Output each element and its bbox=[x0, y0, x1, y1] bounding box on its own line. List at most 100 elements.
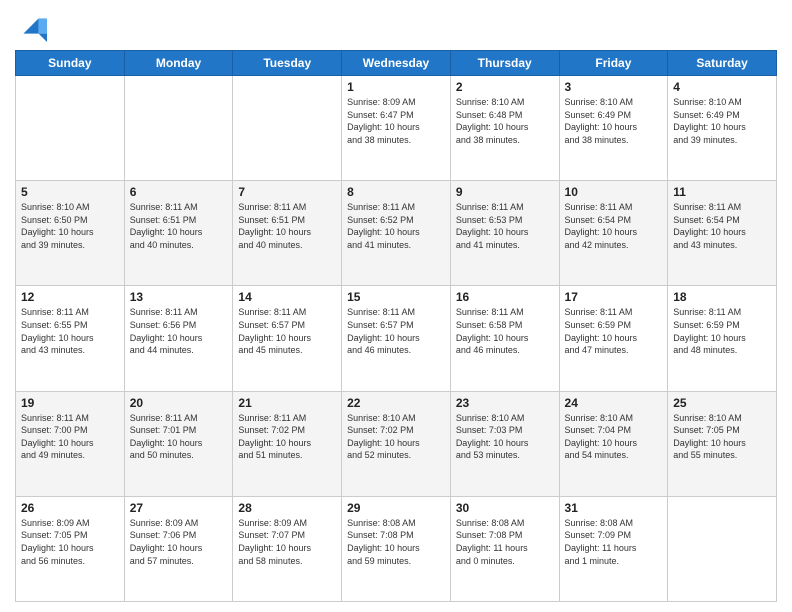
day-number: 21 bbox=[238, 396, 336, 410]
day-info: Sunrise: 8:11 AMSunset: 6:54 PMDaylight:… bbox=[565, 201, 663, 251]
calendar-cell: 9 Sunrise: 8:11 AMSunset: 6:53 PMDaylight… bbox=[450, 181, 559, 286]
day-number: 26 bbox=[21, 501, 119, 515]
day-info: Sunrise: 8:11 AMSunset: 6:59 PMDaylight:… bbox=[673, 306, 771, 356]
calendar-week-2: 5 Sunrise: 8:10 AMSunset: 6:50 PMDaylight… bbox=[16, 181, 777, 286]
day-info: Sunrise: 8:09 AMSunset: 7:05 PMDaylight:… bbox=[21, 517, 119, 567]
day-info: Sunrise: 8:10 AMSunset: 6:49 PMDaylight:… bbox=[673, 96, 771, 146]
day-info: Sunrise: 8:11 AMSunset: 6:52 PMDaylight:… bbox=[347, 201, 445, 251]
calendar-cell: 8 Sunrise: 8:11 AMSunset: 6:52 PMDaylight… bbox=[342, 181, 451, 286]
day-header-monday: Monday bbox=[124, 51, 233, 76]
calendar-week-3: 12 Sunrise: 8:11 AMSunset: 6:55 PMDayligh… bbox=[16, 286, 777, 391]
day-number: 16 bbox=[456, 290, 554, 304]
day-number: 31 bbox=[565, 501, 663, 515]
calendar-cell: 30 Sunrise: 8:08 AMSunset: 7:08 PMDayligh… bbox=[450, 496, 559, 601]
day-info: Sunrise: 8:11 AMSunset: 7:01 PMDaylight:… bbox=[130, 412, 228, 462]
day-number: 2 bbox=[456, 80, 554, 94]
day-number: 28 bbox=[238, 501, 336, 515]
calendar-cell: 29 Sunrise: 8:08 AMSunset: 7:08 PMDayligh… bbox=[342, 496, 451, 601]
day-number: 18 bbox=[673, 290, 771, 304]
day-number: 9 bbox=[456, 185, 554, 199]
calendar-cell: 16 Sunrise: 8:11 AMSunset: 6:58 PMDayligh… bbox=[450, 286, 559, 391]
header bbox=[15, 10, 777, 42]
calendar-table: SundayMondayTuesdayWednesdayThursdayFrid… bbox=[15, 50, 777, 602]
day-info: Sunrise: 8:10 AMSunset: 7:05 PMDaylight:… bbox=[673, 412, 771, 462]
calendar-cell: 21 Sunrise: 8:11 AMSunset: 7:02 PMDayligh… bbox=[233, 391, 342, 496]
day-info: Sunrise: 8:10 AMSunset: 6:49 PMDaylight:… bbox=[565, 96, 663, 146]
day-info: Sunrise: 8:11 AMSunset: 7:00 PMDaylight:… bbox=[21, 412, 119, 462]
day-number: 27 bbox=[130, 501, 228, 515]
calendar-week-4: 19 Sunrise: 8:11 AMSunset: 7:00 PMDayligh… bbox=[16, 391, 777, 496]
calendar-cell: 1Sunrise: 8:09 AMSunset: 6:47 PMDaylight… bbox=[342, 76, 451, 181]
day-number: 13 bbox=[130, 290, 228, 304]
day-number: 4 bbox=[673, 80, 771, 94]
calendar-cell: 2Sunrise: 8:10 AMSunset: 6:48 PMDaylight… bbox=[450, 76, 559, 181]
day-number: 29 bbox=[347, 501, 445, 515]
day-number: 22 bbox=[347, 396, 445, 410]
day-info: Sunrise: 8:11 AMSunset: 6:51 PMDaylight:… bbox=[130, 201, 228, 251]
day-number: 20 bbox=[130, 396, 228, 410]
calendar-cell: 28 Sunrise: 8:09 AMSunset: 7:07 PMDayligh… bbox=[233, 496, 342, 601]
day-info: Sunrise: 8:09 AMSunset: 7:06 PMDaylight:… bbox=[130, 517, 228, 567]
day-header-thursday: Thursday bbox=[450, 51, 559, 76]
day-info: Sunrise: 8:11 AMSunset: 6:59 PMDaylight:… bbox=[565, 306, 663, 356]
day-info: Sunrise: 8:09 AMSunset: 7:07 PMDaylight:… bbox=[238, 517, 336, 567]
day-number: 11 bbox=[673, 185, 771, 199]
calendar-header-row: SundayMondayTuesdayWednesdayThursdayFrid… bbox=[16, 51, 777, 76]
day-info: Sunrise: 8:10 AMSunset: 7:03 PMDaylight:… bbox=[456, 412, 554, 462]
calendar-cell: 3 Sunrise: 8:10 AMSunset: 6:49 PMDaylight… bbox=[559, 76, 668, 181]
day-number: 23 bbox=[456, 396, 554, 410]
calendar-cell: 6Sunrise: 8:11 AMSunset: 6:51 PMDaylight… bbox=[124, 181, 233, 286]
day-number: 8 bbox=[347, 185, 445, 199]
calendar-cell: 31 Sunrise: 8:08 AMSunset: 7:09 PMDayligh… bbox=[559, 496, 668, 601]
day-info: Sunrise: 8:11 AMSunset: 6:58 PMDaylight:… bbox=[456, 306, 554, 356]
day-number: 3 bbox=[565, 80, 663, 94]
logo-icon bbox=[15, 10, 47, 42]
day-number: 15 bbox=[347, 290, 445, 304]
calendar-cell: 10Sunrise: 8:11 AMSunset: 6:54 PMDayligh… bbox=[559, 181, 668, 286]
day-number: 7 bbox=[238, 185, 336, 199]
day-number: 17 bbox=[565, 290, 663, 304]
day-info: Sunrise: 8:11 AMSunset: 6:51 PMDaylight:… bbox=[238, 201, 336, 251]
day-number: 12 bbox=[21, 290, 119, 304]
day-info: Sunrise: 8:11 AMSunset: 6:55 PMDaylight:… bbox=[21, 306, 119, 356]
day-info: Sunrise: 8:11 AMSunset: 6:56 PMDaylight:… bbox=[130, 306, 228, 356]
calendar-cell: 14 Sunrise: 8:11 AMSunset: 6:57 PMDayligh… bbox=[233, 286, 342, 391]
calendar-cell: 18 Sunrise: 8:11 AMSunset: 6:59 PMDayligh… bbox=[668, 286, 777, 391]
day-header-friday: Friday bbox=[559, 51, 668, 76]
day-number: 24 bbox=[565, 396, 663, 410]
calendar-cell: 27 Sunrise: 8:09 AMSunset: 7:06 PMDayligh… bbox=[124, 496, 233, 601]
calendar-cell: 24Sunrise: 8:10 AMSunset: 7:04 PMDayligh… bbox=[559, 391, 668, 496]
day-number: 5 bbox=[21, 185, 119, 199]
calendar-cell: 17 Sunrise: 8:11 AMSunset: 6:59 PMDayligh… bbox=[559, 286, 668, 391]
calendar-cell: 4 Sunrise: 8:10 AMSunset: 6:49 PMDaylight… bbox=[668, 76, 777, 181]
calendar-week-5: 26 Sunrise: 8:09 AMSunset: 7:05 PMDayligh… bbox=[16, 496, 777, 601]
day-header-tuesday: Tuesday bbox=[233, 51, 342, 76]
day-number: 30 bbox=[456, 501, 554, 515]
calendar-cell bbox=[124, 76, 233, 181]
day-info: Sunrise: 8:10 AMSunset: 7:02 PMDaylight:… bbox=[347, 412, 445, 462]
day-info: Sunrise: 8:11 AMSunset: 6:54 PMDaylight:… bbox=[673, 201, 771, 251]
calendar-cell: 25 Sunrise: 8:10 AMSunset: 7:05 PMDayligh… bbox=[668, 391, 777, 496]
day-info: Sunrise: 8:08 AMSunset: 7:09 PMDaylight:… bbox=[565, 517, 663, 567]
day-info: Sunrise: 8:11 AMSunset: 6:57 PMDaylight:… bbox=[238, 306, 336, 356]
day-info: Sunrise: 8:10 AMSunset: 6:50 PMDaylight:… bbox=[21, 201, 119, 251]
day-number: 14 bbox=[238, 290, 336, 304]
calendar-cell: 20 Sunrise: 8:11 AMSunset: 7:01 PMDayligh… bbox=[124, 391, 233, 496]
calendar-cell: 23 Sunrise: 8:10 AMSunset: 7:03 PMDayligh… bbox=[450, 391, 559, 496]
day-header-saturday: Saturday bbox=[668, 51, 777, 76]
calendar-cell: 19 Sunrise: 8:11 AMSunset: 7:00 PMDayligh… bbox=[16, 391, 125, 496]
day-number: 1 bbox=[347, 80, 445, 94]
day-info: Sunrise: 8:08 AMSunset: 7:08 PMDaylight:… bbox=[456, 517, 554, 567]
day-number: 19 bbox=[21, 396, 119, 410]
calendar-cell: 22 Sunrise: 8:10 AMSunset: 7:02 PMDayligh… bbox=[342, 391, 451, 496]
calendar-cell: 15 Sunrise: 8:11 AMSunset: 6:57 PMDayligh… bbox=[342, 286, 451, 391]
calendar-cell: 7 Sunrise: 8:11 AMSunset: 6:51 PMDaylight… bbox=[233, 181, 342, 286]
day-info: Sunrise: 8:11 AMSunset: 6:57 PMDaylight:… bbox=[347, 306, 445, 356]
day-info: Sunrise: 8:11 AMSunset: 6:53 PMDaylight:… bbox=[456, 201, 554, 251]
day-info: Sunrise: 8:08 AMSunset: 7:08 PMDaylight:… bbox=[347, 517, 445, 567]
day-number: 25 bbox=[673, 396, 771, 410]
calendar-cell bbox=[233, 76, 342, 181]
calendar-week-1: 1Sunrise: 8:09 AMSunset: 6:47 PMDaylight… bbox=[16, 76, 777, 181]
day-info: Sunrise: 8:11 AMSunset: 7:02 PMDaylight:… bbox=[238, 412, 336, 462]
calendar-cell bbox=[668, 496, 777, 601]
